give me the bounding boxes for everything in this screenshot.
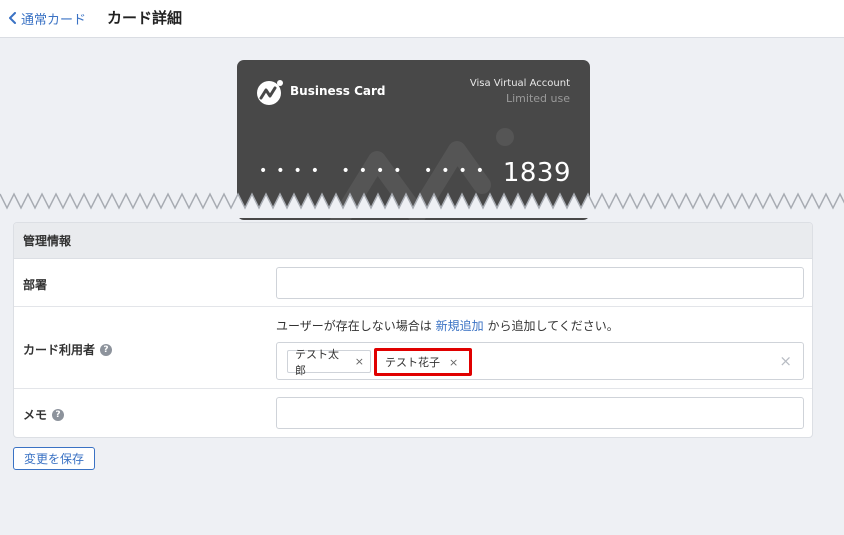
department-label: 部署: [23, 278, 48, 292]
card-user-label-wrap: カード利用者 ?: [23, 341, 113, 358]
chevron-left-icon: [9, 12, 16, 24]
department-input[interactable]: [276, 267, 804, 299]
page-header: 通常カード カード詳細: [0, 0, 844, 38]
close-icon[interactable]: ×: [355, 355, 364, 368]
card-user-hint: ユーザーが存在しない場合は 新規追加 から追加してください。: [276, 317, 619, 334]
card-user-row: カード利用者 ? ユーザーが存在しない場合は 新規追加 から追加してください。 …: [14, 307, 812, 389]
card-limit: Limited use: [506, 92, 570, 105]
back-link-label: 通常カード: [21, 12, 87, 28]
memo-input[interactable]: [276, 397, 804, 429]
hint-text-before: ユーザーが存在しない場合は: [276, 319, 432, 333]
card-brand: Business Card: [290, 84, 386, 98]
question-circle-icon[interactable]: ?: [52, 408, 65, 421]
card-last4: 1839: [502, 158, 571, 188]
user-tag-label: テスト太郎: [295, 347, 339, 377]
management-panel: 管理情報 部署 カード利用者 ? ユーザーが存在しない場合は 新規追加 から追加…: [13, 222, 813, 438]
memo-row: メモ ?: [14, 389, 812, 437]
back-link[interactable]: 通常カード: [8, 8, 86, 28]
memo-label: メモ: [23, 408, 48, 422]
card-type: Visa Virtual Account: [469, 78, 570, 89]
panel-title: 管理情報: [14, 223, 812, 259]
new-user-link[interactable]: 新規追加: [436, 319, 484, 333]
moneyforward-logo-icon: [257, 80, 283, 105]
department-row: 部署: [14, 259, 812, 307]
user-tag-label: テスト花子: [385, 356, 440, 369]
user-tag: テスト太郎 ×: [287, 348, 371, 377]
card-masked-number: •••• •••• ••••: [259, 163, 493, 179]
close-icon[interactable]: ×: [449, 356, 458, 369]
zigzag-divider: [0, 192, 844, 218]
user-tag-highlighted: テスト花子 ×: [374, 348, 472, 376]
page-title: カード詳細: [107, 9, 183, 27]
card-user-label: カード利用者: [23, 343, 96, 357]
memo-label-wrap: メモ ?: [23, 406, 65, 423]
card-user-select[interactable]: テスト太郎 × テスト花子 × ×: [276, 342, 804, 380]
save-button[interactable]: 変更を保存: [13, 447, 95, 470]
question-circle-icon[interactable]: ?: [100, 343, 113, 356]
clear-all-icon[interactable]: ×: [779, 352, 792, 370]
hint-text-after: から追加してください。: [487, 319, 619, 333]
